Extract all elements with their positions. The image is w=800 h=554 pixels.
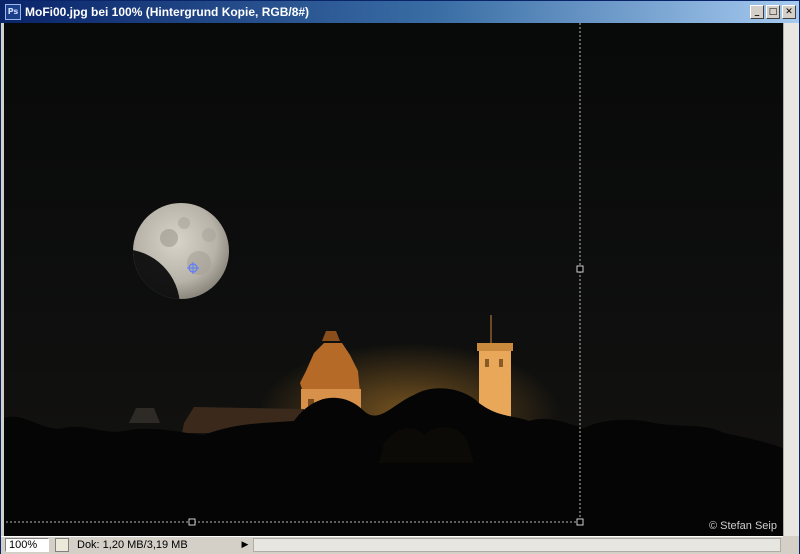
document-size-info: Dok: 1,20 MB/3,19 MB: [77, 539, 188, 551]
image-canvas[interactable]: © Stefan Seip: [4, 23, 783, 536]
zoom-field[interactable]: 100%: [5, 538, 49, 552]
document-info-icon[interactable]: [55, 538, 69, 552]
status-bar: 100% Dok: 1,20 MB/3,19 MB ▶: [1, 536, 799, 554]
photo: [4, 23, 783, 536]
close-button[interactable]: ✕: [782, 5, 796, 19]
selection-handle-right[interactable]: [576, 265, 584, 273]
selection-handle-corner[interactable]: [576, 518, 584, 526]
window-title: MoFi00.jpg bei 100% (Hintergrund Kopie, …: [25, 5, 310, 19]
document-window: Ps MoFi00.jpg bei 100% (Hintergrund Kopi…: [0, 0, 800, 554]
selection-handle-bottom[interactable]: [188, 518, 196, 526]
title-bar[interactable]: Ps MoFi00.jpg bei 100% (Hintergrund Kopi…: [1, 1, 799, 23]
photo-credit: © Stefan Seip: [708, 520, 777, 532]
ps-icon[interactable]: Ps: [5, 4, 21, 20]
horizontal-scrollbar[interactable]: [253, 538, 781, 552]
scroll-corner: [783, 536, 799, 553]
maximize-button[interactable]: □: [766, 5, 780, 19]
status-menu-arrow-icon[interactable]: ▶: [239, 538, 251, 552]
minimize-button[interactable]: _: [750, 5, 764, 19]
vertical-scrollbar[interactable]: [783, 23, 799, 536]
